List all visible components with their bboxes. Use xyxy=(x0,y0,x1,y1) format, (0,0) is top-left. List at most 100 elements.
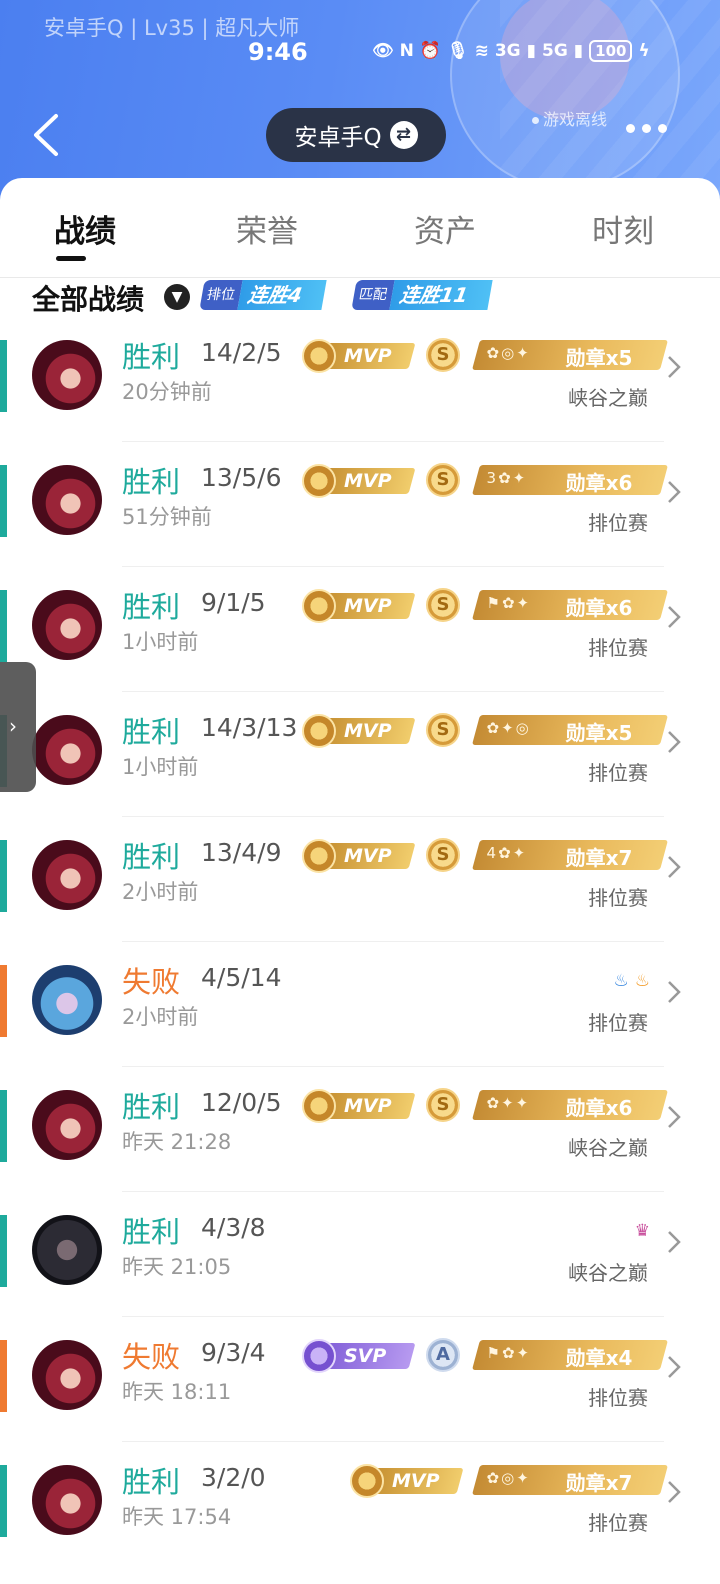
match-streak-badge: 匹配 连胜11 xyxy=(351,278,493,312)
win-indicator xyxy=(0,1090,7,1162)
ranked-label: 排位 xyxy=(199,280,243,310)
match-row[interactable]: 胜利 13/4/9 2小时前 MVP S 4✿✦ 勋章x7 排位赛 xyxy=(0,818,720,943)
achievement-icons: ♨♨ xyxy=(614,971,657,991)
row-divider xyxy=(122,816,664,817)
match-result: 胜利 xyxy=(122,340,181,374)
match-kda: 14/2/5 xyxy=(201,338,282,367)
pink-emblem-icon: ♛ xyxy=(634,1221,656,1241)
tab-indicator xyxy=(56,256,86,261)
match-row[interactable]: 胜利 13/5/6 51分钟前 MVP S 3✿✦ 勋章x6 排位赛 xyxy=(0,443,720,568)
chevron-right-icon[interactable] xyxy=(664,852,684,882)
tab-assets[interactable]: 资产 xyxy=(414,206,476,251)
chevron-right-icon[interactable] xyxy=(664,727,684,757)
win-indicator xyxy=(0,465,7,537)
chevron-down-icon[interactable]: ▼ xyxy=(164,284,190,310)
tab-moments[interactable]: 时刻 xyxy=(592,206,654,251)
match-row[interactable]: 失败 4/5/14 2小时前 ♨♨ 排位赛 xyxy=(0,943,720,1068)
account-name: 安卓手Q xyxy=(294,125,382,151)
match-mode: 排位赛 xyxy=(588,1386,648,1410)
row-divider xyxy=(122,1066,664,1067)
network-3g-label: 3G xyxy=(494,41,521,61)
svp-coin-icon xyxy=(302,1339,336,1373)
nfc-icon: N xyxy=(399,41,414,61)
grade-icon: S xyxy=(426,713,460,747)
account-switch-button[interactable]: 安卓手Q ⇄ xyxy=(266,108,446,162)
status-clock: 9:46 xyxy=(248,38,308,66)
match-label: 匹配 xyxy=(351,280,395,310)
tab-bar: 战绩 荣誉 资产 时刻 xyxy=(0,178,720,278)
match-row[interactable]: 胜利 14/3/13 1小时前 MVP S ✿✦◎ 勋章x5 排位赛 xyxy=(0,693,720,818)
ranked-streak-badge: 排位 连胜4 xyxy=(199,278,327,312)
mvp-coin-icon xyxy=(350,1464,384,1498)
mic-icon: 🎙 xyxy=(447,41,469,61)
match-mode: 峡谷之巅 xyxy=(568,1261,648,1285)
mvp-badge: MVP xyxy=(350,1461,464,1501)
chevron-right-icon[interactable] xyxy=(664,1227,684,1257)
medal-badge: ✿✦✦ 勋章x6 xyxy=(471,1090,669,1120)
match-mode: 排位赛 xyxy=(588,511,648,535)
grade-icon: S xyxy=(426,463,460,497)
match-time: 1小时前 xyxy=(122,630,199,654)
battery-icon: 100 xyxy=(589,40,633,62)
status-icons: 👁 N ⏰ 🎙 ≋ 3G ▮ 5G ▮ 100 ϟ xyxy=(372,40,650,62)
loss-indicator xyxy=(0,1340,7,1412)
network-5g-label: 5G xyxy=(542,41,568,61)
match-result: 胜利 xyxy=(122,715,181,749)
tab-record[interactable]: 战绩 xyxy=(54,206,116,251)
match-mode: 排位赛 xyxy=(588,761,648,785)
hero-avatar xyxy=(32,1465,102,1535)
signal-icon: ▮ xyxy=(573,41,584,61)
tab-honor[interactable]: 荣誉 xyxy=(236,206,298,251)
match-row[interactable]: 失败 9/3/4 昨天 18:11 SVP A ⚑✿✦ 勋章x4 排位赛 xyxy=(0,1318,720,1443)
loss-indicator xyxy=(0,965,7,1037)
ranked-streak: 连胜4 xyxy=(237,280,327,310)
mvp-coin-icon xyxy=(302,1089,336,1123)
medal-icons: 3✿✦ xyxy=(486,469,528,487)
match-kda: 14/3/13 xyxy=(201,713,298,742)
chevron-right-icon[interactable] xyxy=(664,477,684,507)
match-time: 20分钟前 xyxy=(122,380,212,404)
match-mode: 峡谷之巅 xyxy=(568,386,648,410)
chevron-right-icon[interactable] xyxy=(664,977,684,1007)
match-row[interactable]: 胜利 3/2/0 昨天 17:54 MVP ✿◎✦ 勋章x7 排位赛 xyxy=(0,1443,720,1568)
hero-avatar xyxy=(32,965,102,1035)
match-kda: 12/0/5 xyxy=(201,1088,282,1117)
status-dot-icon xyxy=(532,117,539,124)
medal-badge: ✿◎✦ 勋章x7 xyxy=(471,1465,669,1495)
row-divider xyxy=(122,941,664,942)
match-result: 胜利 xyxy=(122,840,181,874)
match-row[interactable]: 胜利 9/1/5 1小时前 MVP S ⚑✿✦ 勋章x6 排位赛 xyxy=(0,568,720,693)
match-kda: 9/1/5 xyxy=(201,588,266,617)
mvp-coin-icon xyxy=(302,839,336,873)
medal-icons: ✿◎✦ xyxy=(486,1469,531,1487)
grade-icon: A xyxy=(426,1338,460,1372)
match-row[interactable]: 胜利 12/0/5 昨天 21:28 MVP S ✿✦✦ 勋章x6 峡谷之巅 xyxy=(0,1068,720,1193)
win-indicator xyxy=(0,340,7,412)
match-time: 2小时前 xyxy=(122,880,199,904)
chevron-right-icon[interactable] xyxy=(664,1352,684,1382)
chevron-right-icon[interactable] xyxy=(664,1102,684,1132)
match-result: 胜利 xyxy=(122,1090,181,1124)
match-mode: 排位赛 xyxy=(588,1511,648,1535)
achievement-icons: ♛ xyxy=(635,1221,656,1241)
hero-avatar xyxy=(32,465,102,535)
hero-avatar xyxy=(32,715,102,785)
medal-badge: ⚑✿✦ 勋章x4 xyxy=(471,1340,669,1370)
match-row[interactable]: 胜利 14/2/5 20分钟前 MVP S ✿◎✦ 勋章x5 峡谷之巅 xyxy=(0,318,720,443)
signal-icon: ▮ xyxy=(526,41,536,61)
mvp-badge: MVP xyxy=(302,1086,416,1126)
match-row[interactable]: 胜利 4/3/8 昨天 21:05 ♛ 峡谷之巅 xyxy=(0,1193,720,1318)
chevron-right-icon[interactable] xyxy=(664,1477,684,1507)
back-icon[interactable] xyxy=(28,112,68,158)
more-icon[interactable] xyxy=(626,124,667,133)
filter-dropdown[interactable]: 全部战绩 xyxy=(32,278,144,318)
side-drawer-handle[interactable]: › xyxy=(0,662,36,792)
chevron-right-icon[interactable] xyxy=(664,602,684,632)
medal-badge: 4✿✦ 勋章x7 xyxy=(471,840,669,870)
medal-icons: ✿✦◎ xyxy=(486,719,531,737)
medal-icons: ⚑✿✦ xyxy=(486,594,532,612)
content-panel: 战绩 荣誉 资产 时刻 全部战绩 ▼ 排位 连胜4 匹配 连胜11 胜利 14/… xyxy=(0,178,720,1584)
match-streak: 连胜11 xyxy=(389,280,493,310)
hero-avatar xyxy=(32,1090,102,1160)
chevron-right-icon[interactable] xyxy=(664,352,684,382)
